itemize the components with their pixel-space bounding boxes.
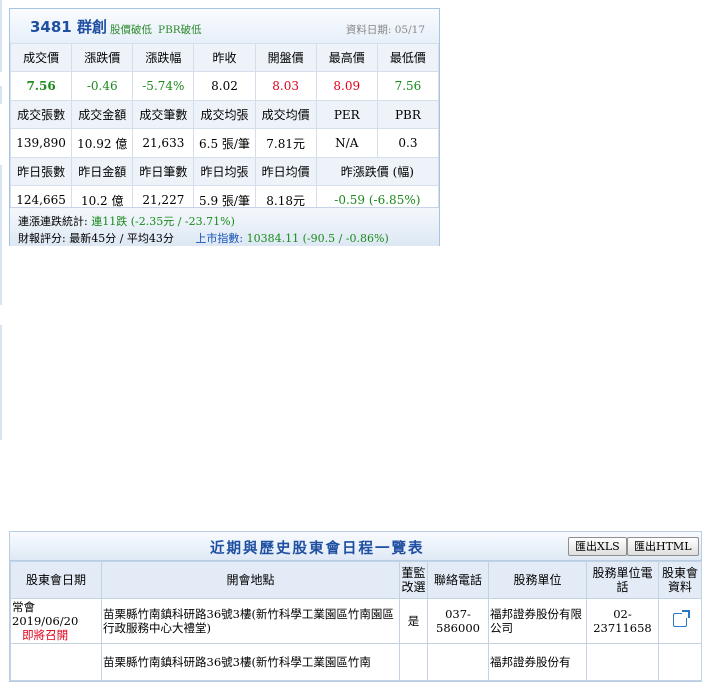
col-materials[interactable]: 股東會資料 bbox=[658, 561, 702, 599]
index-label[interactable]: 上市指數: bbox=[195, 232, 243, 245]
last-price: 7.56 bbox=[9, 71, 73, 101]
meeting-materials-cell bbox=[658, 598, 702, 644]
col-location[interactable]: 開會地點 bbox=[101, 561, 400, 599]
header-cell: 昨日金額 bbox=[71, 157, 134, 186]
data-date: 資料日期: 05/17 bbox=[345, 24, 425, 36]
meeting-table: 股東會日期 開會地點 董監改選 聯絡電話 股務單位 股務單位電話 股東會資料 常… bbox=[10, 561, 702, 681]
index-value: 10384.11 (-90.5 / -0.86%) bbox=[246, 232, 389, 245]
header-cell: 成交金額 bbox=[71, 100, 134, 129]
external-link-icon[interactable] bbox=[673, 609, 690, 627]
col-election[interactable]: 董監改選 bbox=[399, 561, 428, 599]
stock-quote-panel: 3481 群創 股價破低 PBR破低 資料日期: 05/17 成交價 漲跌價 漲跌… bbox=[9, 8, 440, 246]
meeting-materials-cell bbox=[658, 643, 702, 681]
prev-close: 8.02 bbox=[193, 71, 256, 101]
left-edge-strip bbox=[0, 86, 2, 104]
trade-count: 21,633 bbox=[132, 128, 195, 158]
header-cell: 昨日均張 bbox=[193, 157, 256, 186]
header-cell: 最低價 bbox=[376, 43, 440, 72]
col-phone[interactable]: 聯絡電話 bbox=[427, 561, 489, 599]
header-cell: 開盤價 bbox=[254, 43, 317, 72]
meeting-title-bar: 近期與歷史股東會日程一覽表 匯出XLS 匯出HTML bbox=[10, 532, 701, 561]
quote-header-row: 昨日張數 昨日金額 昨日筆數 昨日均張 昨日均價 昨漲跌價 (幅) bbox=[9, 157, 440, 186]
streak-line: 連漲連跌統計: 連11跌 (-2.35元 / -23.71%) bbox=[18, 213, 235, 229]
pbr: 0.3 bbox=[376, 128, 440, 158]
meeting-date-cell bbox=[10, 643, 102, 681]
stock-code-name[interactable]: 3481 群創 bbox=[30, 16, 107, 37]
meeting-agent-phone bbox=[586, 643, 659, 681]
stock-tags: 股價破低 PBR破低 bbox=[110, 22, 208, 37]
quote-table: 成交價 漲跌價 漲跌幅 昨收 開盤價 最高價 最低價 7.56 -0.46 -5… bbox=[9, 43, 440, 215]
meeting-title: 近期與歷史股東會日程一覽表 bbox=[210, 540, 425, 557]
streak-label: 連漲連跌統計: bbox=[18, 215, 88, 228]
meeting-date-cell: 常會 2019/06/20 即將召開 bbox=[10, 598, 102, 644]
header-cell: 昨收 bbox=[193, 43, 256, 72]
col-agent[interactable]: 股務單位 bbox=[488, 561, 587, 599]
quote-header: 3481 群創 股價破低 PBR破低 資料日期: 05/17 bbox=[10, 9, 439, 44]
meeting-agent: 福邦證券股份有限公司 bbox=[488, 598, 587, 644]
header-cell: PBR bbox=[376, 100, 440, 129]
header-cell: 成交均價 bbox=[254, 100, 317, 129]
price-change-pct: -5.74% bbox=[132, 71, 195, 101]
tag-price-low: 股價破低 bbox=[110, 24, 152, 36]
header-cell: 成交筆數 bbox=[132, 100, 195, 129]
table-row: 常會 2019/06/20 即將召開 苗栗縣竹南鎮科研路36號3樓(新竹科學工業… bbox=[10, 598, 702, 644]
left-edge-strip bbox=[0, 325, 2, 440]
header-cell: 成交價 bbox=[9, 43, 73, 72]
header-cell: 漲跌幅 bbox=[132, 43, 195, 72]
avg-price: 7.81元 bbox=[254, 128, 317, 158]
left-edge-strip bbox=[0, 0, 2, 72]
price-change: -0.46 bbox=[71, 71, 134, 101]
high-price: 8.09 bbox=[315, 71, 378, 101]
header-cell: 最高價 bbox=[315, 43, 378, 72]
tag-pbr-low: PBR破低 bbox=[158, 24, 202, 36]
shareholder-meeting-panel: 近期與歷史股東會日程一覽表 匯出XLS 匯出HTML 股東會日期 開會地點 董監… bbox=[9, 531, 702, 682]
quote-value-row: 139,890 10.92 億 21,633 6.5 張/筆 7.81元 N/A… bbox=[9, 128, 440, 158]
quote-summary: 連漲連跌統計: 連11跌 (-2.35元 / -23.71%) 財報評分: 最新… bbox=[10, 207, 439, 246]
streak-value: 連11跌 bbox=[91, 215, 128, 228]
meeting-phone: 037-586000 bbox=[427, 598, 489, 644]
header-cell: 成交張數 bbox=[9, 100, 73, 129]
header-cell: 漲跌價 bbox=[71, 43, 134, 72]
header-cell: 成交均張 bbox=[193, 100, 256, 129]
col-agent-phone[interactable]: 股務單位電話 bbox=[586, 561, 659, 599]
meeting-location: 苗栗縣竹南鎮科研路36號3樓(新竹科學工業園區竹南園區行政服務中心大禮堂) bbox=[101, 598, 400, 644]
meeting-status: 即將召開 bbox=[22, 628, 69, 642]
meeting-date: 2019/06/20 bbox=[12, 614, 79, 628]
meeting-header-row: 股東會日期 開會地點 董監改選 聯絡電話 股務單位 股務單位電話 股東會資料 bbox=[10, 561, 702, 599]
per: N/A bbox=[315, 128, 378, 158]
quote-value-row: 7.56 -0.46 -5.74% 8.02 8.03 8.09 7.56 bbox=[9, 71, 440, 101]
header-cell: 昨日筆數 bbox=[132, 157, 195, 186]
export-xls-button[interactable]: 匯出XLS bbox=[568, 537, 627, 556]
meeting-type: 常會 bbox=[12, 600, 35, 614]
streak-detail: (-2.35元 / -23.71%) bbox=[130, 215, 235, 228]
export-html-button[interactable]: 匯出HTML bbox=[627, 537, 699, 556]
open-price: 8.03 bbox=[254, 71, 317, 101]
table-row: 苗栗縣竹南鎮科研路36號3樓(新竹科學工業園區竹南 福邦證券股份有 bbox=[10, 643, 702, 681]
header-cell: PER bbox=[315, 100, 378, 129]
header-cell: 昨日張數 bbox=[9, 157, 73, 186]
meeting-phone bbox=[427, 643, 489, 681]
left-edge-strip bbox=[0, 165, 2, 305]
turnover: 10.92 億 bbox=[71, 128, 134, 158]
header-cell: 昨漲跌價 (幅) bbox=[315, 157, 440, 186]
header-cell: 昨日均價 bbox=[254, 157, 317, 186]
low-price: 7.56 bbox=[376, 71, 440, 101]
meeting-agent-phone: 02-23711658 bbox=[586, 598, 659, 644]
volume: 139,890 bbox=[9, 128, 73, 158]
col-date[interactable]: 股東會日期 bbox=[10, 561, 102, 599]
quote-header-row: 成交張數 成交金額 成交筆數 成交均張 成交均價 PER PBR bbox=[9, 100, 440, 129]
meeting-election bbox=[399, 643, 428, 681]
rating-line: 財報評分: 最新45分 / 平均43分 上市指數: 10384.11 (-90.… bbox=[18, 230, 389, 246]
rating-text: 財報評分: 最新45分 / 平均43分 bbox=[18, 232, 174, 245]
meeting-election: 是 bbox=[399, 598, 428, 644]
meeting-agent: 福邦證券股份有 bbox=[488, 643, 587, 681]
meeting-location: 苗栗縣竹南鎮科研路36號3樓(新竹科學工業園區竹南 bbox=[101, 643, 400, 681]
avg-lots: 6.5 張/筆 bbox=[193, 128, 256, 158]
quote-header-row: 成交價 漲跌價 漲跌幅 昨收 開盤價 最高價 最低價 bbox=[9, 43, 440, 72]
